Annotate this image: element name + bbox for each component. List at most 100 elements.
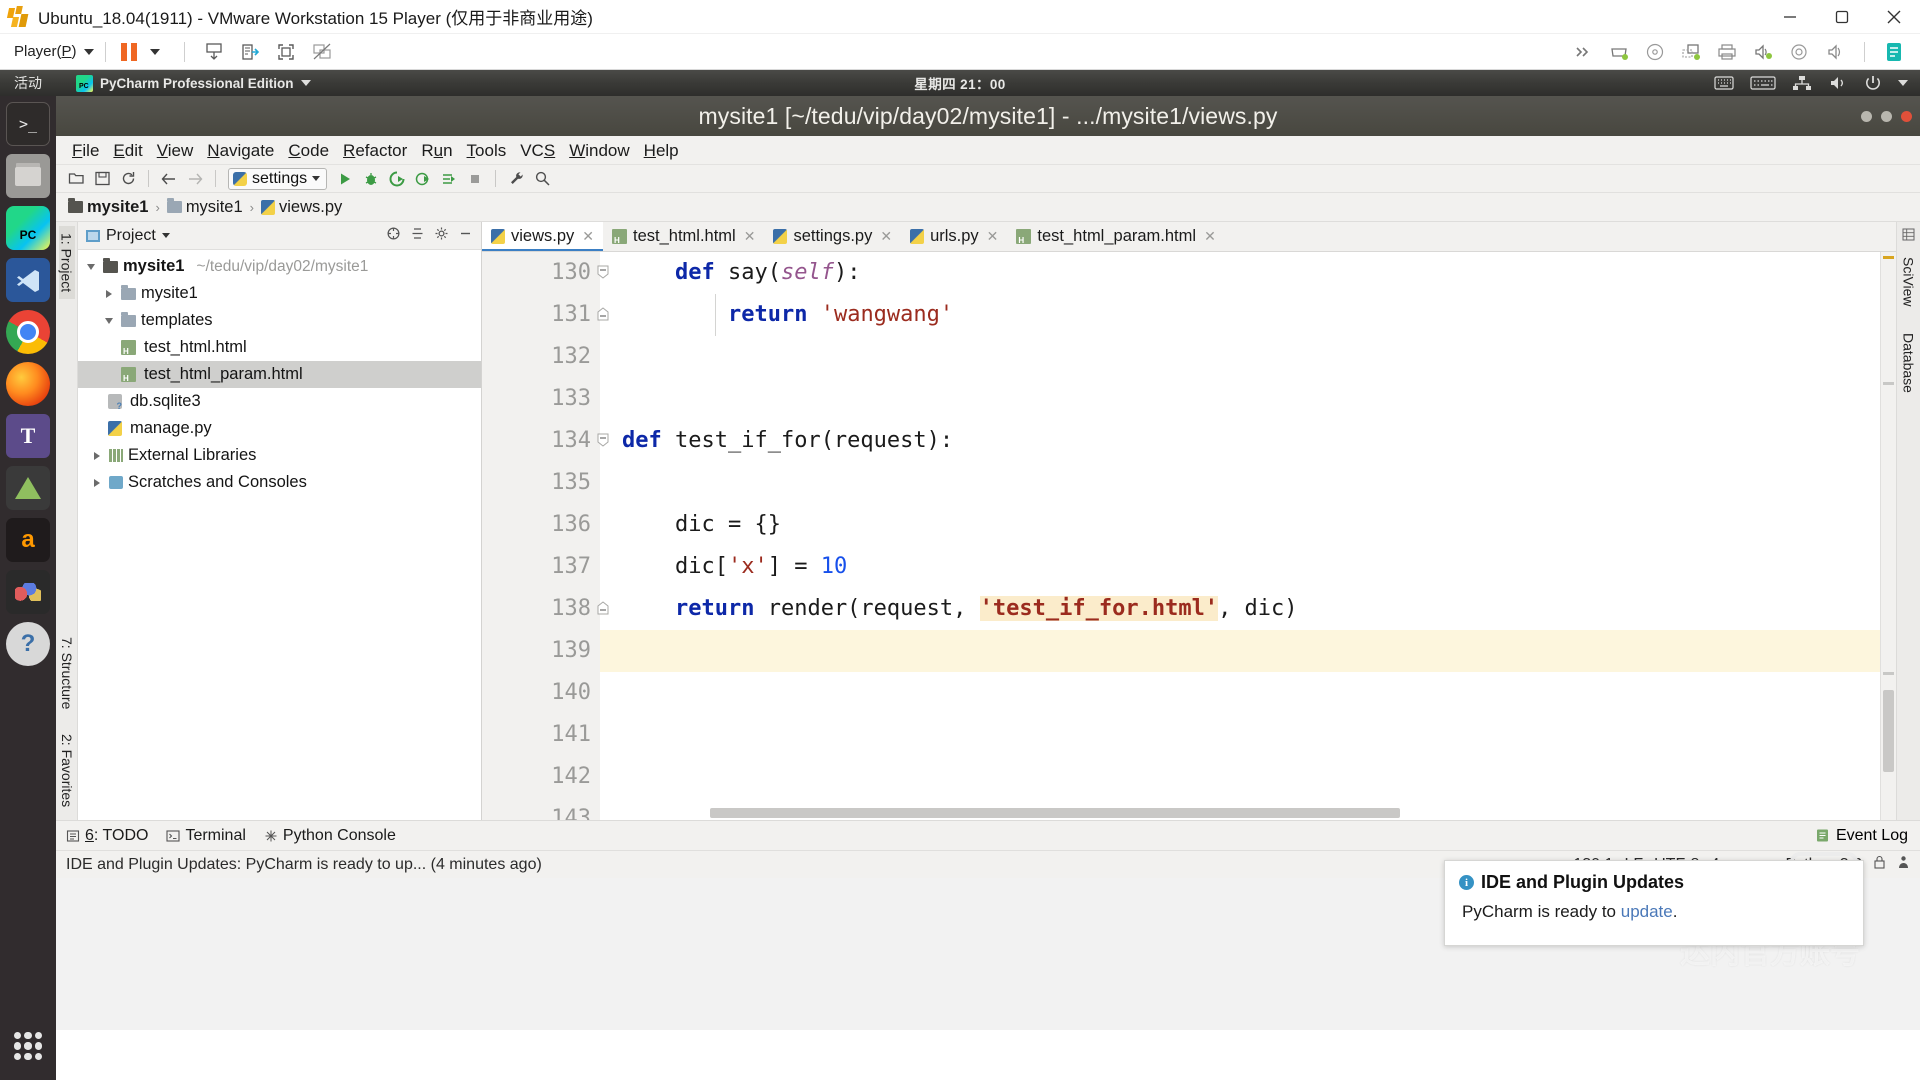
- close-icon[interactable]: ✕: [880, 228, 892, 245]
- menu-edit[interactable]: Edit: [106, 136, 149, 165]
- settings-gear-icon[interactable]: [434, 226, 449, 246]
- scrollbar-thumb[interactable]: [710, 808, 1400, 818]
- multi-monitor-icon[interactable]: [307, 37, 337, 67]
- tab-urls-py[interactable]: urls.py ✕: [901, 222, 1007, 251]
- tree-row-db-sqlite3[interactable]: db.sqlite3: [78, 388, 481, 415]
- chevron-double-right-icon[interactable]: [1568, 37, 1598, 67]
- inspection-icon[interactable]: [1897, 855, 1910, 874]
- status-message[interactable]: IDE and Plugin Updates: PyCharm is ready…: [66, 856, 542, 874]
- dock-item-chrome[interactable]: [6, 310, 50, 354]
- network-adapter-icon[interactable]: [1676, 37, 1706, 67]
- fullscreen-icon[interactable]: [271, 37, 301, 67]
- pycharm-minimize-button[interactable]: [1861, 110, 1872, 122]
- tree-row-external-libraries[interactable]: External Libraries: [78, 442, 481, 469]
- dock-item-text-editor[interactable]: [6, 414, 50, 458]
- rail-item-project[interactable]: 1: Project: [58, 226, 75, 300]
- tree-row-scratches[interactable]: Scratches and Consoles: [78, 469, 481, 496]
- speaker-icon[interactable]: [1820, 37, 1850, 67]
- restore-button[interactable]: [1816, 0, 1868, 34]
- onscreen-keyboard-icon[interactable]: [1714, 75, 1734, 91]
- tree-row-test-html-param[interactable]: test_html_param.html: [78, 361, 481, 388]
- sync-refresh-icon[interactable]: [116, 167, 140, 191]
- cd-dvd-icon[interactable]: [1640, 37, 1670, 67]
- tree-row-mysite1-root[interactable]: mysite1 ~/tedu/vip/day02/mysite1: [78, 253, 481, 280]
- dock-item-ubuntu-software[interactable]: [6, 466, 50, 510]
- tree-row-manage-py[interactable]: manage.py: [78, 415, 481, 442]
- menu-tools[interactable]: Tools: [460, 136, 514, 165]
- hide-icon[interactable]: [458, 226, 473, 246]
- dock-item-files[interactable]: [6, 154, 50, 198]
- run-coverage-icon[interactable]: [385, 167, 409, 191]
- scrollbar-thumb[interactable]: [1883, 690, 1894, 772]
- network-icon[interactable]: [1792, 75, 1812, 91]
- close-icon[interactable]: ✕: [744, 228, 756, 245]
- chevron-right-icon[interactable]: [90, 452, 104, 460]
- tab-test-html-html[interactable]: test_html.html ✕: [603, 222, 764, 251]
- tab-test-html-param-html[interactable]: test_html_param.html ✕: [1007, 222, 1224, 251]
- dock-item-vscode[interactable]: [6, 258, 50, 302]
- expand-icon[interactable]: [410, 226, 425, 246]
- pycharm-maximize-button[interactable]: [1881, 110, 1892, 122]
- tree-row-mysite1-pkg[interactable]: mysite1: [78, 280, 481, 307]
- vm-settings-icon[interactable]: [1879, 37, 1909, 67]
- close-icon[interactable]: ✕: [1204, 228, 1216, 245]
- dock-item-firefox[interactable]: [6, 362, 50, 406]
- notification-update-link[interactable]: update: [1621, 902, 1673, 921]
- editor-horizontal-scrollbar[interactable]: [600, 806, 1880, 820]
- stop-icon[interactable]: [463, 167, 487, 191]
- notification-balloon[interactable]: i IDE and Plugin Updates PyCharm is read…: [1444, 860, 1864, 946]
- debug-icon[interactable]: [359, 167, 383, 191]
- tab-settings-py[interactable]: settings.py ✕: [764, 222, 901, 251]
- run-configuration-selector[interactable]: settings: [228, 167, 328, 190]
- pause-icon[interactable]: [120, 42, 137, 61]
- input-method-icon[interactable]: [1750, 75, 1776, 91]
- menu-refactor[interactable]: Refactor: [336, 136, 414, 165]
- toolwindow-terminal[interactable]: Terminal: [166, 827, 246, 845]
- menu-run[interactable]: Run: [414, 136, 459, 165]
- run-with-console-icon[interactable]: [437, 167, 461, 191]
- pycharm-close-button[interactable]: [1901, 110, 1912, 122]
- clock[interactable]: 星期四 21：00: [914, 73, 1005, 93]
- pause-dropdown-caret[interactable]: [140, 37, 170, 67]
- tab-views-py[interactable]: views.py ✕: [482, 222, 604, 251]
- activities-button[interactable]: 活动: [14, 73, 42, 93]
- menu-vcs[interactable]: VCS: [513, 136, 562, 165]
- save-all-icon[interactable]: [90, 167, 114, 191]
- rail-item-sciview[interactable]: SciView: [1901, 250, 1917, 314]
- rail-item-favorites[interactable]: 2: Favorites: [59, 727, 75, 814]
- menu-navigate[interactable]: Navigate: [200, 136, 281, 165]
- event-log-button[interactable]: Event Log: [1815, 827, 1920, 845]
- tree-row-test-html[interactable]: test_html.html: [78, 334, 481, 361]
- code-editor[interactable]: 130 131 132 133 134 135 136 137 138 139 …: [482, 252, 1896, 820]
- volume-icon[interactable]: [1828, 75, 1848, 91]
- dock-item-terminal[interactable]: [6, 102, 50, 146]
- menu-view[interactable]: View: [150, 136, 201, 165]
- dock-item-amazon[interactable]: [6, 518, 50, 562]
- chevron-down-icon[interactable]: [1898, 80, 1908, 86]
- toolwindow-todo[interactable]: 6: TODO: [66, 827, 148, 845]
- minimize-button[interactable]: [1764, 0, 1816, 34]
- chevron-down-icon[interactable]: [84, 264, 98, 270]
- camera-icon[interactable]: [1784, 37, 1814, 67]
- chevron-down-icon[interactable]: [102, 318, 116, 324]
- toolwindow-python-console[interactable]: Python Console: [264, 827, 396, 845]
- lock-icon[interactable]: [1873, 855, 1886, 874]
- code-text[interactable]: def say(self): return 'wangwang' def tes…: [600, 252, 1880, 820]
- menu-code[interactable]: Code: [281, 136, 336, 165]
- breadcrumb-item-0[interactable]: mysite1: [68, 198, 148, 217]
- printer-icon[interactable]: [1712, 37, 1742, 67]
- tree-row-templates[interactable]: templates: [78, 307, 481, 334]
- settings-wrench-icon[interactable]: [504, 167, 528, 191]
- dock-item-help[interactable]: [6, 622, 50, 666]
- chevron-down-icon[interactable]: [161, 233, 170, 238]
- menu-file[interactable]: File: [65, 136, 106, 165]
- unity-mode-icon[interactable]: [235, 37, 265, 67]
- dock-item-colors[interactable]: [6, 570, 50, 614]
- forward-arrow-icon[interactable]: [183, 167, 207, 191]
- send-ctrl-alt-del-icon[interactable]: [199, 37, 229, 67]
- open-folder-icon[interactable]: [64, 167, 88, 191]
- chevron-right-icon[interactable]: [102, 290, 116, 298]
- menu-help[interactable]: Help: [637, 136, 686, 165]
- player-menu-button[interactable]: Player(P): [14, 43, 94, 60]
- profile-icon[interactable]: [411, 167, 435, 191]
